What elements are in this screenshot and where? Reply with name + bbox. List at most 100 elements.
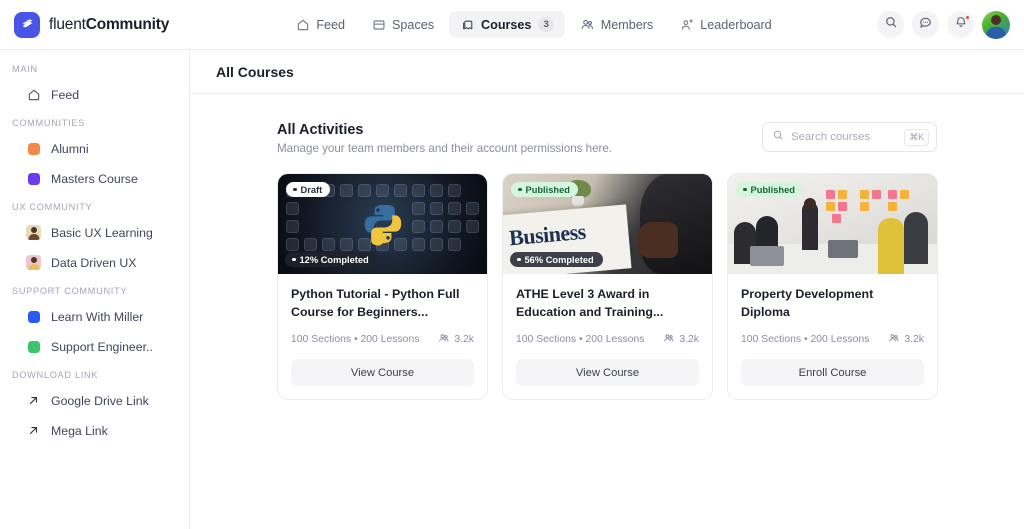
progress-dot-icon	[517, 257, 521, 262]
course-meta-separator: •	[803, 334, 808, 346]
fluent-logo-icon	[14, 11, 40, 38]
sidebar-item-label: Alumni	[51, 141, 89, 156]
search-icon	[884, 15, 898, 34]
course-meta-separator: •	[578, 334, 583, 346]
brand-text-bold: Community	[85, 15, 170, 33]
course-lessons: 200 Lessons	[585, 334, 645, 346]
course-enrolled-count: 3.2k	[454, 334, 474, 346]
brand-text-light: fluent	[49, 15, 86, 33]
thumbnail-decor	[838, 202, 847, 211]
progress-badge: 56% Completed	[510, 252, 603, 267]
nav-item-leaderboard[interactable]: Leaderboard	[668, 11, 782, 38]
course-card[interactable]: Published Property Development Diploma 1…	[727, 173, 938, 401]
nav-item-courses[interactable]: Courses 3	[449, 11, 565, 38]
course-sections: 100 Sections	[291, 334, 352, 346]
sidebar-item-google-drive-link[interactable]: Google Drive Link	[8, 387, 181, 414]
square-swatch-icon	[26, 141, 41, 156]
course-enrolled: 3.2k	[888, 332, 924, 347]
section-header: All Activities Manage your team members …	[277, 122, 937, 155]
course-meta: 100 Sections • 200 Lessons 3.2k	[741, 332, 924, 347]
courses-count-badge: 3	[538, 17, 554, 32]
progress-badge-label: 56% Completed	[524, 254, 594, 265]
course-sections: 100 Sections	[741, 334, 802, 346]
search-input[interactable]	[791, 131, 898, 143]
app-header: fluentCommunity Feed Spaces Courses 3 Me…	[0, 0, 1024, 50]
progress-dot-icon	[292, 257, 296, 262]
course-action-button[interactable]: View Course	[516, 359, 699, 387]
sidebar-group-title-communities: COMMUNITIES	[12, 118, 86, 128]
course-title: ATHE Level 3 Award in Education and Trai…	[516, 287, 664, 319]
status-badge-label: Published	[525, 184, 570, 195]
status-dot-icon	[293, 187, 297, 192]
notification-dot	[965, 15, 970, 20]
sidebar-group-title-ux-community: UX COMMUNITY	[12, 202, 93, 212]
main-content: All Courses All Activities Manage your t…	[190, 50, 1024, 529]
sidebar-item-label: Google Drive Link	[51, 393, 149, 408]
page-title: All Courses	[216, 63, 294, 80]
layers-icon	[371, 17, 386, 32]
search-courses-box[interactable]: ⌘K	[762, 122, 937, 152]
course-card[interactable]: Draft 12% Completed Python Tutorial - Py…	[277, 173, 488, 401]
course-card-list: Draft 12% Completed Python Tutorial - Py…	[277, 173, 938, 401]
thumbnail-decor	[828, 240, 858, 258]
status-dot-icon	[743, 187, 747, 192]
cards-stack-icon	[460, 17, 475, 32]
brand[interactable]: fluentCommunity	[14, 11, 190, 38]
avatar-body	[986, 26, 1006, 39]
content-area: All Activities Manage your team members …	[190, 94, 1024, 529]
course-title: Property Development Diploma	[741, 287, 874, 319]
home-icon	[295, 17, 310, 32]
progress-badge: 12% Completed	[285, 252, 378, 267]
nav-item-label: Members	[600, 17, 654, 32]
sidebar-item-data-driven-ux[interactable]: Data Driven UX	[8, 249, 181, 276]
sidebar-item-masters-course[interactable]: Masters Course	[8, 165, 181, 192]
nav-item-members[interactable]: Members	[569, 11, 664, 38]
thumbnail-decor	[826, 190, 835, 199]
sidebar-item-label: Support Engineer..	[51, 339, 153, 354]
course-card-body: ATHE Level 3 Award in Education and Trai…	[503, 274, 712, 399]
avatar-head	[991, 14, 1001, 25]
course-enrolled-count: 3.2k	[679, 334, 699, 346]
thumbnail-decor	[904, 212, 928, 264]
course-action-button[interactable]: View Course	[291, 359, 474, 387]
search-button[interactable]	[877, 11, 904, 38]
course-enrolled: 3.2k	[438, 332, 474, 347]
page-header: All Courses	[190, 50, 1024, 94]
sidebar-item-alumni[interactable]: Alumni	[8, 135, 181, 162]
course-meta: 100 Sections • 200 Lessons 3.2k	[516, 332, 699, 347]
thumbnail-decor	[838, 190, 847, 199]
course-meta-separator: •	[353, 334, 358, 346]
home-icon	[26, 87, 41, 102]
sidebar-item-basic-ux-learning[interactable]: Basic UX Learning	[8, 219, 181, 246]
messages-button[interactable]	[912, 11, 939, 38]
python-logo-icon	[364, 204, 401, 246]
nav-item-feed[interactable]: Feed	[284, 11, 356, 38]
course-action-button[interactable]: Enroll Course	[741, 359, 924, 387]
course-thumbnail-business: Business Published 56% Completed	[503, 174, 712, 274]
status-badge-label: Published	[750, 184, 795, 195]
section-heading-block: All Activities Manage your team members …	[277, 122, 612, 155]
sidebar-item-label: Mega Link	[51, 423, 108, 438]
course-meta-left: 100 Sections • 200 Lessons	[516, 334, 644, 345]
course-enrolled-count: 3.2k	[904, 334, 924, 346]
thumbnail-decor	[826, 202, 835, 211]
notifications-button[interactable]	[947, 11, 974, 38]
sidebar-group-title-support-community: SUPPORT COMMUNITY	[12, 286, 128, 296]
course-sections: 100 Sections	[516, 334, 577, 346]
sidebar-item-feed[interactable]: Feed	[8, 81, 181, 108]
sidebar-item-mega-link[interactable]: Mega Link	[8, 417, 181, 444]
course-card[interactable]: Business Published 56% Completed ATHE Le…	[502, 173, 713, 401]
square-swatch-icon	[26, 171, 41, 186]
sidebar: MAIN Feed COMMUNITIES Alumni Masters Cou…	[0, 50, 190, 529]
avatar[interactable]	[982, 10, 1010, 39]
sidebar-item-label: Learn With Miller	[51, 309, 144, 324]
course-meta: 100 Sections • 200 Lessons 3.2k	[291, 332, 474, 347]
sidebar-item-learn-with-miller[interactable]: Learn With Miller	[8, 303, 181, 330]
status-badge: Published	[511, 182, 578, 197]
users-group-icon	[438, 332, 450, 347]
arrow-up-right-icon	[26, 393, 41, 408]
square-swatch-icon	[26, 309, 41, 324]
sidebar-item-support-engineer[interactable]: Support Engineer..	[8, 333, 181, 360]
sidebar-item-label: Data Driven UX	[51, 255, 137, 270]
nav-item-spaces[interactable]: Spaces	[360, 11, 445, 38]
